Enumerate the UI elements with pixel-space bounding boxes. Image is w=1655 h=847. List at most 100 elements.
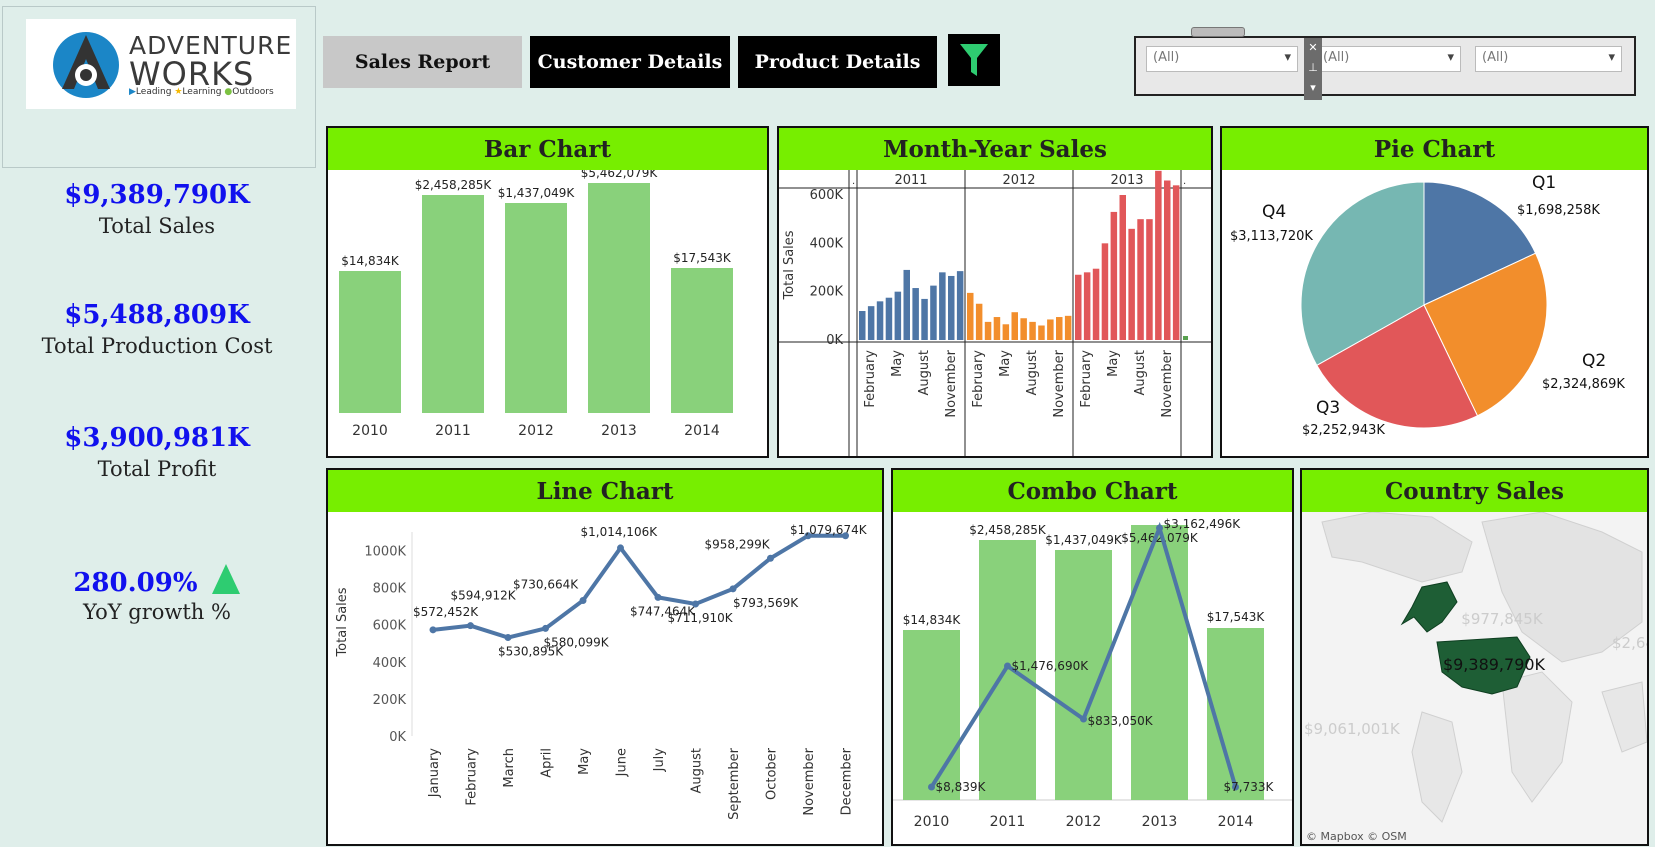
line-value-label: $958,299K bbox=[705, 537, 771, 551]
y-tick-label: 200K bbox=[810, 285, 844, 300]
line-value-label: $1,079,674K bbox=[790, 523, 868, 537]
bar-value-label: $1,437,049K bbox=[1045, 533, 1123, 547]
line-point bbox=[1156, 524, 1163, 532]
y-tick-label: 600K bbox=[373, 619, 407, 634]
month-bar bbox=[1110, 211, 1118, 340]
kpi-total-profit-label: Total Profit bbox=[97, 457, 217, 481]
filter-dropdown-1[interactable]: (All) ▾ bbox=[1146, 46, 1298, 72]
logo-title: ADVENTURE WORKS bbox=[129, 31, 293, 93]
close-icon[interactable]: ✕ bbox=[1304, 38, 1322, 58]
line-value-label: $711,910K bbox=[668, 611, 734, 625]
month-bar bbox=[1002, 324, 1010, 340]
y-tick-label: 200K bbox=[373, 693, 407, 708]
bar-value-label: $17,543K bbox=[673, 251, 732, 265]
month-bar bbox=[1137, 219, 1144, 340]
country-sales-title: Country Sales bbox=[1302, 470, 1647, 512]
month-bar bbox=[948, 275, 955, 340]
adventure-works-logo: ADVENTURE WORKS ▶Leading ★Learning ●Outd… bbox=[26, 19, 296, 109]
drag-handle[interactable] bbox=[1191, 27, 1245, 37]
pie-quarter-label: Q1 bbox=[1532, 173, 1556, 193]
x-tick-label: October bbox=[765, 747, 780, 800]
product-details-button[interactable]: Product Details bbox=[738, 36, 937, 88]
pie-chart: Q1 $1,698,258K Q2 $2,324,869K Q3 $2,252,943K Q… bbox=[1230, 173, 1625, 438]
australia-sales-label: $9,061,001K bbox=[1304, 720, 1401, 738]
month-bar bbox=[876, 301, 884, 340]
month-bar bbox=[894, 291, 902, 340]
x-tick-label: March bbox=[502, 748, 517, 788]
line-point bbox=[617, 544, 624, 552]
filter-dropdown-2[interactable]: (All) ▾ bbox=[1316, 46, 1461, 72]
x-tick-label: 2014 bbox=[684, 423, 720, 439]
y-tick-label: 0K bbox=[389, 730, 406, 745]
line-value-label: $1,476,690K bbox=[1012, 659, 1090, 673]
up-triangle-icon bbox=[211, 564, 240, 594]
x-tick-label: December bbox=[840, 747, 855, 815]
floating-toolbar: ✕ ⊥ ▾ bbox=[1304, 38, 1322, 100]
bar bbox=[339, 271, 401, 413]
month-bar bbox=[1164, 180, 1171, 340]
more-options-icon[interactable]: ▾ bbox=[1304, 78, 1322, 98]
x-tick-label: April bbox=[540, 748, 555, 778]
x-tick-label: August bbox=[917, 350, 932, 396]
pie-chart-title: Pie Chart bbox=[1222, 128, 1647, 170]
month-year-chart: . . Total Sales 0K 200K 400K 600K 2011 February M… bbox=[779, 170, 1211, 456]
year-header: 2011 bbox=[894, 173, 927, 188]
month-bar bbox=[975, 303, 983, 340]
line-point bbox=[1080, 715, 1087, 723]
filter-button[interactable] bbox=[948, 34, 1000, 86]
y-axis-label: Total Sales bbox=[335, 587, 350, 657]
month-bar bbox=[1011, 312, 1018, 340]
line-point bbox=[542, 624, 549, 632]
pie-value-label: $2,252,943K bbox=[1302, 423, 1385, 438]
bar-value-label: $14,834K bbox=[903, 613, 962, 627]
bar-chart: $14,834K 2010 $2,458,285K 2011 $1,437,049K 20… bbox=[339, 166, 733, 439]
x-tick-label: November bbox=[802, 747, 817, 815]
kpi-total-profit-value: $3,900,981K bbox=[64, 423, 250, 453]
filter-dropdown-3[interactable]: (All) ▾ bbox=[1475, 46, 1622, 72]
combo-chart: 2010 2011 2012 2013 2014$14,834K$2,458,285K$… bbox=[893, 517, 1292, 830]
year-header: . bbox=[852, 176, 855, 187]
x-tick-label: 2012 bbox=[518, 423, 554, 439]
world-map[interactable]: $9,389,790K $977,845K $2,644,9 $9,061,00… bbox=[1302, 511, 1647, 844]
bar bbox=[1055, 550, 1112, 800]
y-tick-label: 1000K bbox=[364, 545, 406, 560]
month-bar bbox=[984, 321, 992, 340]
x-tick-label: July bbox=[652, 748, 667, 773]
x-tick-label: 2011 bbox=[435, 423, 471, 439]
x-tick-label: February bbox=[971, 350, 986, 408]
x-tick-label: August bbox=[1025, 350, 1040, 396]
x-tick-label: May bbox=[577, 748, 592, 775]
month-bar bbox=[1119, 195, 1126, 340]
line-point bbox=[767, 554, 774, 562]
pie-quarter-label: Q3 bbox=[1316, 398, 1340, 418]
line-value-label: $793,569K bbox=[733, 596, 799, 610]
kpi-growth-row: 280.09% bbox=[0, 563, 314, 598]
chevron-down-icon: ▾ bbox=[1447, 50, 1454, 65]
line-point bbox=[467, 622, 474, 630]
month-year-panel: Month-Year Sales .. Total Sales 0K 200K 400K… bbox=[777, 126, 1213, 458]
year-header: 2013 bbox=[1110, 173, 1143, 188]
x-tick-label: 2012 bbox=[1066, 814, 1102, 830]
month-bar bbox=[1047, 319, 1054, 340]
month-bar bbox=[859, 311, 866, 340]
usa-sales-label: $9,389,790K bbox=[1443, 655, 1546, 674]
x-tick-label: May bbox=[1106, 350, 1121, 377]
logo-mark-icon bbox=[53, 32, 119, 98]
line-value-label: $7,733K bbox=[1224, 780, 1275, 794]
bar-chart-title: Bar Chart bbox=[328, 128, 767, 170]
line-chart: 0K 200K 400K 600K 800K 1000K Total Sales $572,4… bbox=[335, 523, 868, 820]
bar-value-label: $2,458,285K bbox=[969, 523, 1047, 537]
x-tick-label: November bbox=[1160, 349, 1175, 417]
y-axis-label: Total Sales bbox=[782, 230, 797, 300]
line-point bbox=[654, 593, 662, 601]
pie-value-label: $2,324,869K bbox=[1542, 377, 1625, 392]
sales-report-button[interactable]: Sales Report bbox=[323, 36, 522, 88]
chevron-down-icon: ▾ bbox=[1284, 50, 1291, 65]
customer-details-button[interactable]: Customer Details bbox=[530, 36, 730, 88]
month-bar bbox=[1064, 315, 1072, 340]
pin-icon[interactable]: ⊥ bbox=[1304, 58, 1322, 78]
line-chart-title: Line Chart bbox=[328, 470, 882, 512]
bar-value-label: $2,458,285K bbox=[415, 178, 493, 192]
year-header: 2012 bbox=[1002, 173, 1035, 188]
month-bar bbox=[939, 272, 946, 340]
